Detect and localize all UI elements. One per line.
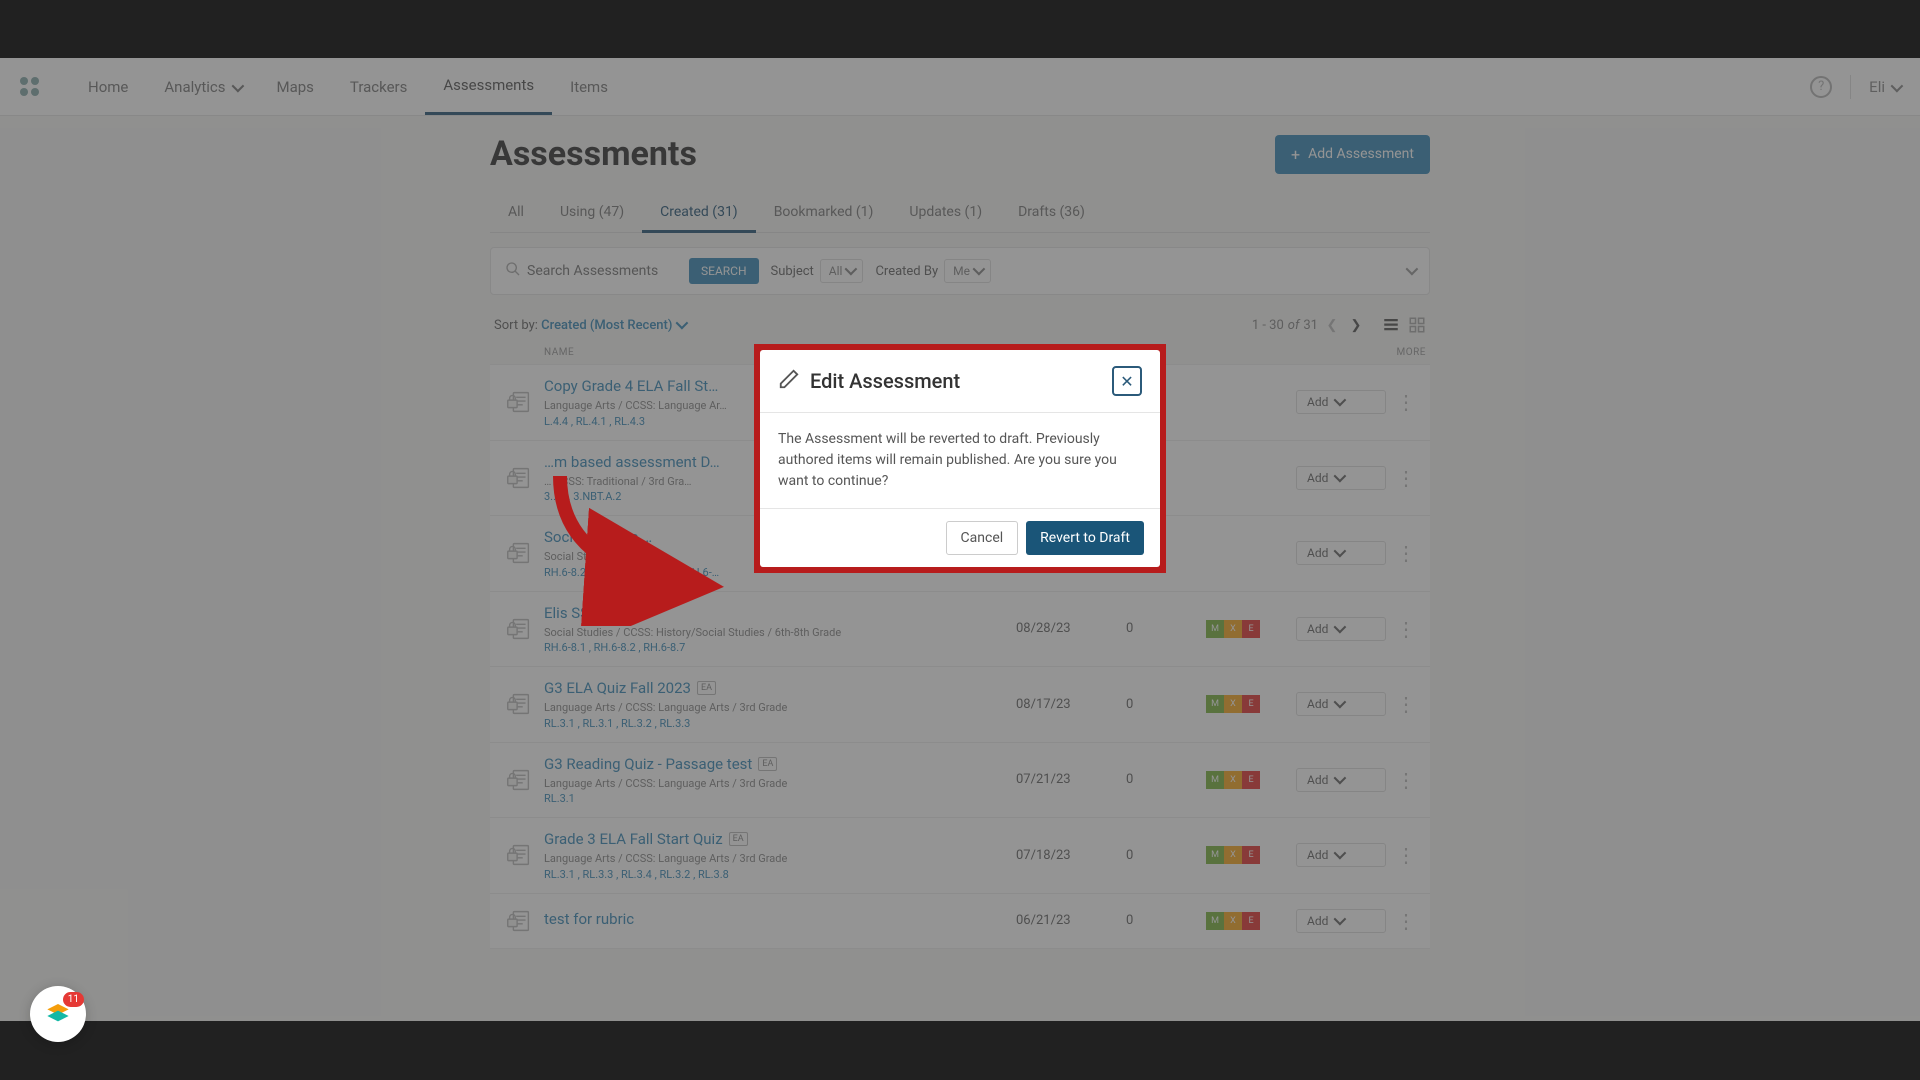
revert-to-draft-button[interactable]: Revert to Draft <box>1026 521 1144 555</box>
modal-overlay[interactable]: Edit Assessment ✕ The Assessment will be… <box>0 0 1920 1080</box>
cancel-button[interactable]: Cancel <box>946 521 1019 555</box>
modal-header: Edit Assessment ✕ <box>760 350 1160 413</box>
modal-title-text: Edit Assessment <box>810 369 960 393</box>
notification-count-badge: 11 <box>63 992 84 1007</box>
modal-highlight-border: Edit Assessment ✕ The Assessment will be… <box>754 344 1166 573</box>
close-icon: ✕ <box>1120 372 1133 391</box>
modal-footer: Cancel Revert to Draft <box>760 509 1160 567</box>
modal-close-button[interactable]: ✕ <box>1112 366 1142 396</box>
modal-body: The Assessment will be reverted to draft… <box>760 413 1160 509</box>
pencil-icon <box>778 368 800 395</box>
notifications-widget[interactable]: 11 <box>30 986 86 1042</box>
edit-assessment-modal: Edit Assessment ✕ The Assessment will be… <box>760 350 1160 567</box>
